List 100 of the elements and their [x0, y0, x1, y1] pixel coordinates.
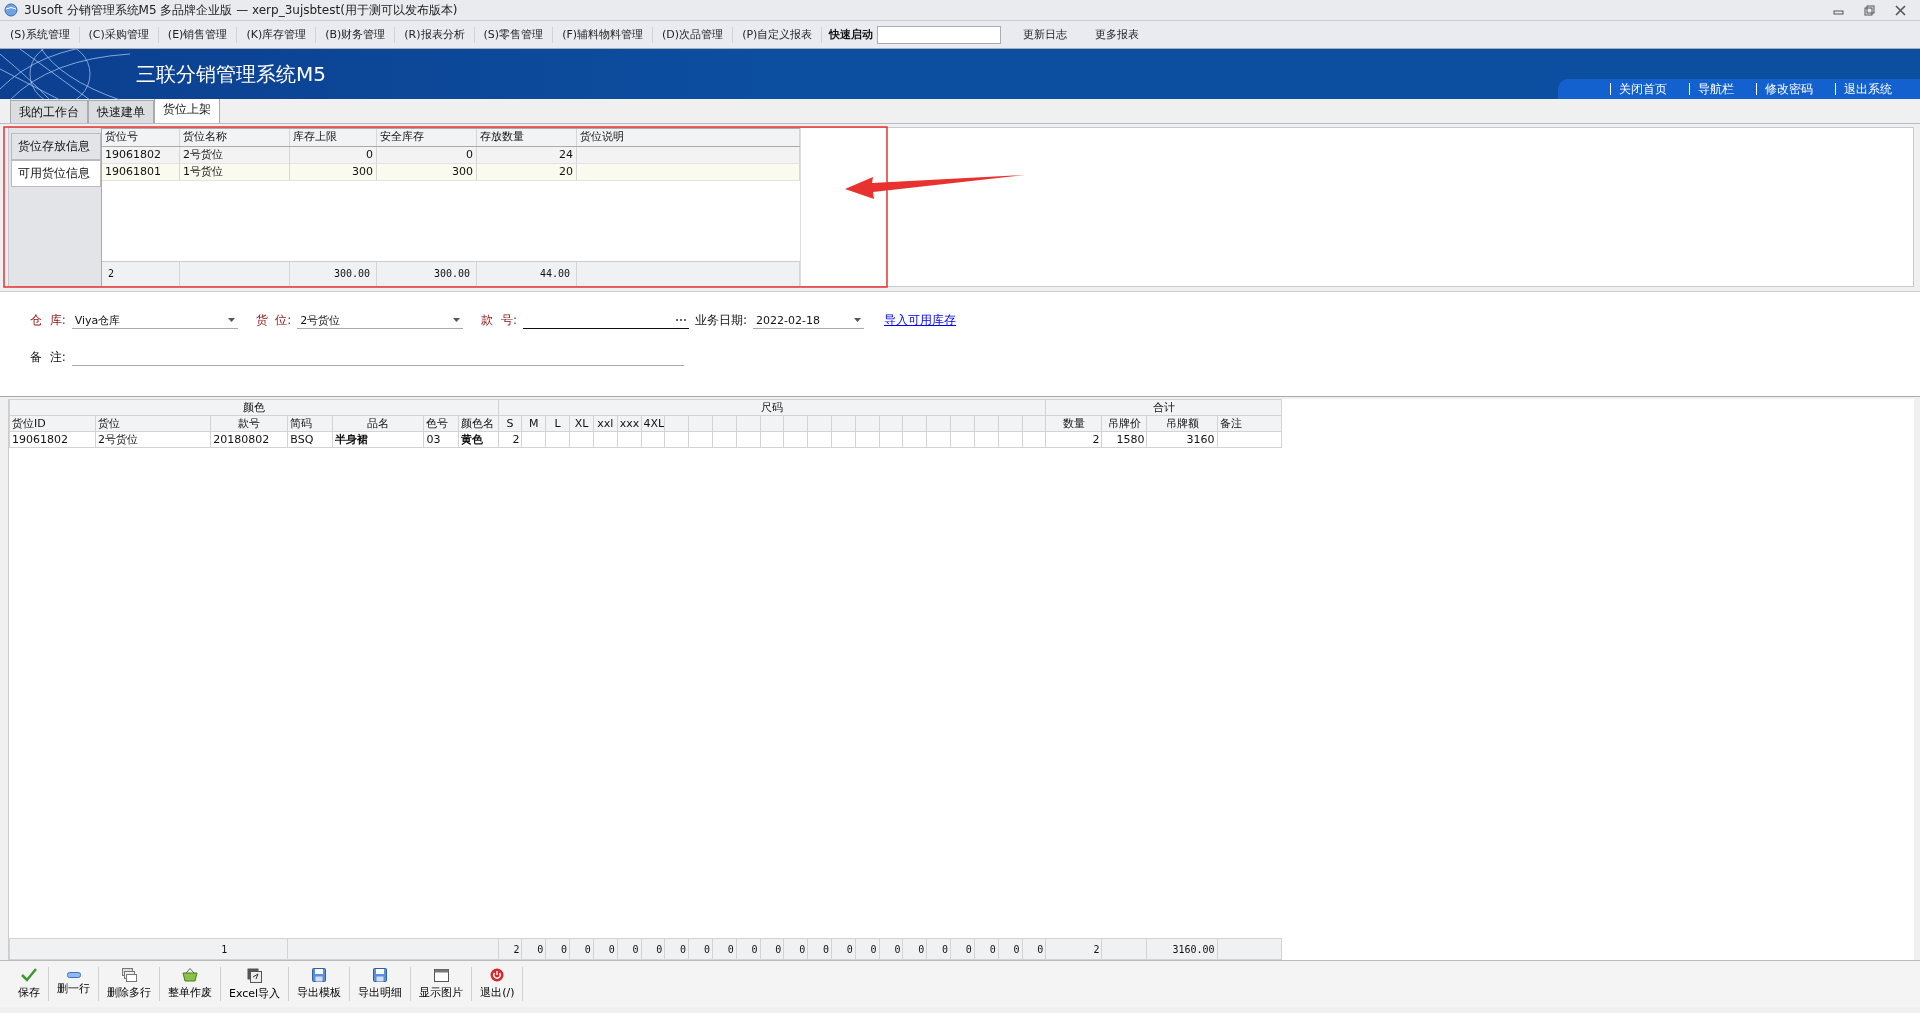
menu-item[interactable]: (S)零售管理 — [477, 27, 550, 42]
close-icon[interactable] — [1895, 4, 1906, 16]
menu-item[interactable]: (S)系统管理 — [4, 27, 76, 42]
side-tab[interactable]: 货位存放信息 — [11, 133, 101, 160]
total-cell: 0 — [855, 938, 880, 960]
toolbar-button[interactable]: 整单作废 — [160, 964, 220, 1004]
dropdown-arrow-icon — [453, 318, 461, 322]
table-cell: 1580 — [1101, 431, 1147, 448]
total-cell: 0 — [807, 938, 832, 960]
menu-item[interactable]: (P)自定义报表 — [736, 27, 819, 42]
toolbar-button[interactable]: 显示图片 — [411, 964, 472, 1004]
column-header[interactable]: 库存上限 — [290, 129, 377, 146]
restore-icon[interactable] — [1864, 4, 1875, 16]
total-cell: 0 — [1022, 938, 1046, 960]
column-header[interactable]: 存放数量 — [477, 129, 577, 146]
menu-item[interactable]: 更多报表 — [1089, 27, 1146, 42]
save-icon — [373, 968, 388, 982]
menu-item[interactable]: (C)采购管理 — [82, 27, 155, 42]
table-cell: 19061801 — [102, 164, 180, 181]
menu-item[interactable]: (E)销售管理 — [161, 27, 234, 42]
toolbar-button[interactable]: 保存 — [10, 964, 48, 1004]
table-cell: 3160 — [1146, 431, 1218, 448]
menu-item[interactable]: 更新日志 — [1017, 27, 1074, 42]
total-cell: 1 — [9, 938, 288, 960]
column-header[interactable]: 货位号 — [102, 129, 180, 146]
total-cell: 300.00 — [377, 262, 477, 286]
total-cell: 0 — [974, 938, 999, 960]
total-cell: 0 — [831, 938, 856, 960]
menu-item[interactable]: (K)库存管理 — [240, 27, 313, 42]
total-cell: 0 — [712, 938, 737, 960]
tab[interactable]: 我的工作台 — [10, 100, 88, 123]
field-label: 仓 库: — [30, 312, 66, 329]
select-field[interactable]: 2号货位 — [297, 312, 464, 329]
menu-item[interactable]: (R)报表分析 — [398, 27, 471, 42]
total-cell: 0 — [545, 938, 570, 960]
date-field[interactable]: 2022-02-18 — [753, 312, 865, 329]
table-cell: BSQ — [287, 431, 333, 448]
menu-item[interactable]: (F)辅料物料管理 — [556, 27, 650, 42]
table-cell: 19061802 — [9, 431, 96, 448]
table-cell: 黄色 — [459, 431, 499, 448]
table-cell: 2 — [498, 431, 522, 448]
quick-launch-label: 快速启动 — [827, 27, 875, 42]
table-cell: 2 — [1045, 431, 1102, 448]
total-cell: 0 — [998, 938, 1022, 960]
table-cell: 300 — [377, 164, 477, 181]
column-header[interactable]: 安全库存 — [377, 129, 477, 146]
toolbar-button[interactable]: 删除多行 — [99, 964, 159, 1004]
toolbar-button[interactable]: 导出明细 — [350, 964, 411, 1004]
column-group-header: 尺码 — [498, 399, 1046, 416]
total-cell: 0 — [569, 938, 594, 960]
menu-item[interactable]: (B)财务管理 — [319, 27, 392, 42]
tab[interactable]: 快速建单 — [88, 100, 154, 123]
toolbar-button[interactable]: 退出(/) — [472, 964, 523, 1004]
app-logo-icon — [4, 3, 18, 17]
tab[interactable]: 货位上架 — [154, 97, 220, 123]
column-header[interactable]: 货位说明 — [577, 129, 800, 146]
table-cell: 20 — [477, 164, 577, 181]
basket-icon — [182, 968, 198, 982]
import-stock-link[interactable]: 导入可用库存 — [884, 312, 957, 329]
total-cell: 2 — [498, 938, 522, 960]
table-cell: 300 — [290, 164, 377, 181]
quick-launch-field[interactable] — [877, 25, 1002, 44]
total-cell: 0 — [879, 938, 903, 960]
total-cell: 2 — [1045, 938, 1102, 960]
field-label: 款 号: — [481, 312, 517, 329]
field-label: 备 注: — [30, 349, 66, 366]
table-cell: 1号货位 — [180, 164, 290, 181]
total-cell: 0 — [688, 938, 713, 960]
field-label: 货 位: — [255, 312, 292, 329]
minus-icon — [66, 972, 81, 978]
save-icon — [312, 968, 327, 982]
total-cell: 0 — [926, 938, 951, 960]
total-cell: 300.00 — [290, 262, 377, 286]
column-group-header: 颜色 — [9, 399, 499, 416]
total-cell: 0 — [641, 938, 665, 960]
menu-item[interactable]: (D)次品管理 — [656, 27, 730, 42]
total-cell: 2 — [102, 262, 180, 286]
power-icon — [490, 968, 505, 982]
field-label: 业务日期: — [695, 312, 748, 329]
nav-link[interactable]: 修改密码 — [1756, 83, 1813, 95]
check-icon — [21, 968, 37, 982]
column-header[interactable]: 货位名称 — [180, 129, 290, 146]
nav-link[interactable]: 关闭首页 — [1610, 83, 1667, 95]
nav-link[interactable]: 导航栏 — [1689, 83, 1734, 95]
total-cell: 0 — [664, 938, 689, 960]
nav-link[interactable]: 退出系统 — [1835, 83, 1892, 95]
total-cell: 0 — [593, 938, 618, 960]
total-cell: 3160.00 — [1146, 938, 1218, 960]
window-title: 3Usoft 分销管理系统M5 多品牌企业版 — xerp_3ujsbtest(用于测可以发布版本) — [24, 1, 458, 19]
toolbar-button[interactable]: 导出模板 — [289, 964, 350, 1004]
stacked-pages-icon — [121, 968, 137, 982]
total-cell: 0 — [902, 938, 927, 960]
side-tab[interactable]: 可用货位信息 — [11, 160, 101, 187]
toolbar-button[interactable]: Excel导入 — [221, 964, 289, 1004]
window-icon — [433, 968, 449, 982]
import-icon — [247, 967, 263, 983]
select-field[interactable]: Viya仓库 — [71, 312, 238, 329]
toolbar-button[interactable]: 删一行 — [49, 964, 98, 1004]
table-cell: 2号货位 — [95, 431, 211, 448]
table-cell: 03 — [423, 431, 459, 448]
